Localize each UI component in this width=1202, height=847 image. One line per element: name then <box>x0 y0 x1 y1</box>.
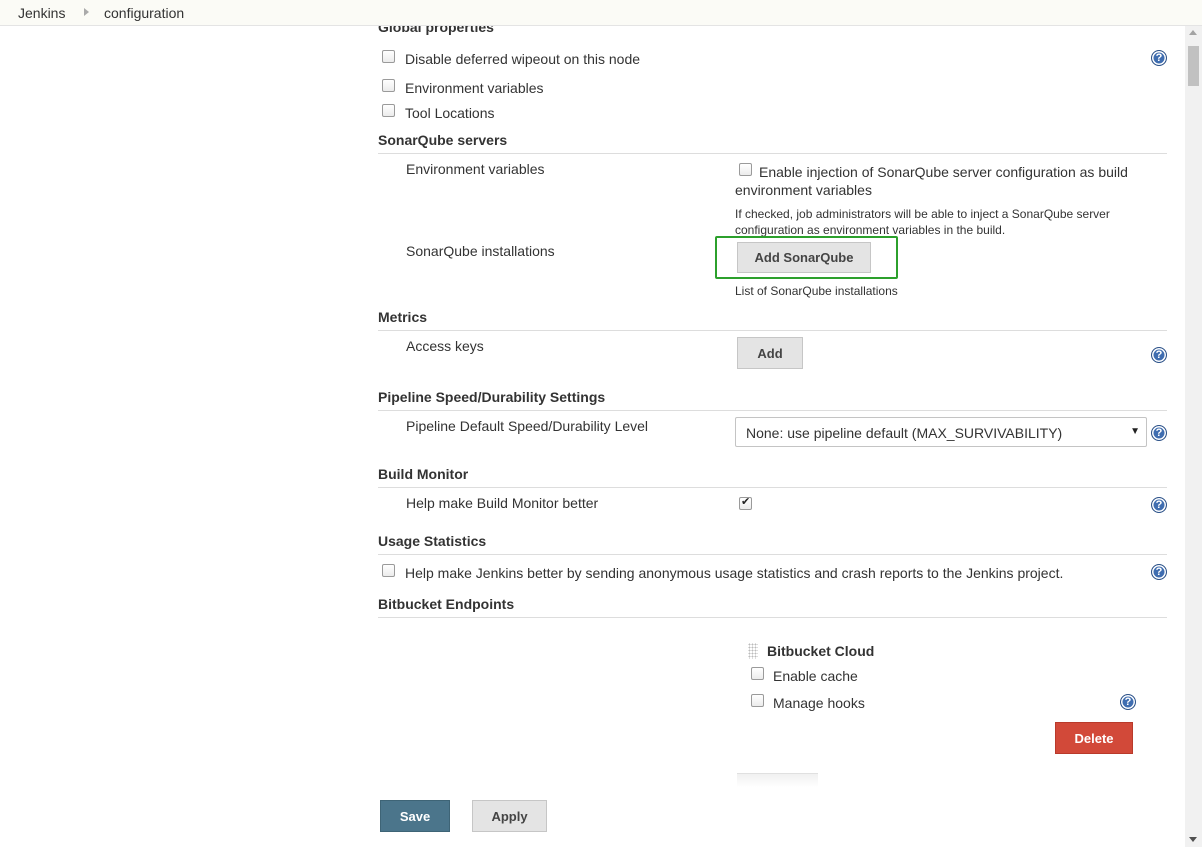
sonarqube-env-injection-label-line2: environment variables <box>735 182 872 198</box>
drag-handle-icon[interactable] <box>748 643 758 659</box>
scroll-down-icon[interactable] <box>1189 837 1197 842</box>
delete-endpoint-button[interactable]: Delete <box>1055 722 1133 754</box>
add-endpoint-button-partial[interactable] <box>737 773 818 787</box>
sonarqube-env-injection-checkbox[interactable] <box>739 163 752 176</box>
pipeline-header: Pipeline Speed/Durability Settings <box>378 389 1167 411</box>
usage-statistics-header: Usage Statistics <box>378 533 1167 555</box>
disable-wipeout-checkbox[interactable] <box>382 50 395 63</box>
add-sonarqube-button[interactable]: Add SonarQube <box>737 242 871 273</box>
usage-statistics-checkbox[interactable] <box>382 564 395 577</box>
bitbucket-cloud-title: Bitbucket Cloud <box>767 643 875 659</box>
build-monitor-label: Help make Build Monitor better <box>406 495 599 511</box>
help-icon[interactable]: ? <box>1151 564 1167 580</box>
sonarqube-env-label: Environment variables <box>406 161 545 177</box>
save-button[interactable]: Save <box>380 800 450 832</box>
build-monitor-header: Build Monitor <box>378 466 1167 488</box>
help-icon[interactable]: ? <box>1151 347 1167 363</box>
help-icon[interactable]: ? <box>1120 694 1136 710</box>
usage-statistics-label: Help make Jenkins better by sending anon… <box>405 565 1064 581</box>
scroll-up-icon[interactable] <box>1189 30 1197 35</box>
tool-locations-checkbox[interactable] <box>382 104 395 117</box>
help-icon[interactable]: ? <box>1151 425 1167 441</box>
breadcrumb: Jenkins configuration <box>0 0 1202 26</box>
access-keys-label: Access keys <box>406 338 484 354</box>
manage-hooks-label: Manage hooks <box>773 695 865 711</box>
add-access-key-button[interactable]: Add <box>737 337 803 369</box>
apply-button[interactable]: Apply <box>472 800 547 832</box>
sonarqube-env-help-text-line1: If checked, job administrators will be a… <box>735 207 1110 221</box>
sonarqube-env-help-text-line2: configuration as environment variables i… <box>735 223 1006 237</box>
sonarqube-installations-label: SonarQube installations <box>406 243 555 259</box>
help-icon[interactable]: ? <box>1151 497 1167 513</box>
environment-variables-label: Environment variables <box>405 80 544 96</box>
sonarqube-installations-desc: List of SonarQube installations <box>735 284 898 298</box>
disable-wipeout-label: Disable deferred wipeout on this node <box>405 51 641 67</box>
scroll-thumb[interactable] <box>1188 46 1199 86</box>
metrics-header: Metrics <box>378 309 1167 331</box>
bitbucket-endpoints-header: Bitbucket Endpoints <box>378 596 1167 618</box>
chevron-down-icon: ▼ <box>1130 426 1140 437</box>
sonarqube-env-injection-label-line1: Enable injection of SonarQube server con… <box>759 164 1128 180</box>
pipeline-durability-select[interactable]: None: use pipeline default (MAX_SURVIVAB… <box>735 417 1147 447</box>
breadcrumb-jenkins[interactable]: Jenkins <box>18 5 65 21</box>
enable-cache-label: Enable cache <box>773 668 858 684</box>
page-scrollbar[interactable] <box>1185 26 1202 847</box>
pipeline-level-label: Pipeline Default Speed/Durability Level <box>406 418 649 434</box>
manage-hooks-checkbox[interactable] <box>751 694 764 707</box>
enable-cache-checkbox[interactable] <box>751 667 764 680</box>
build-monitor-checkbox[interactable] <box>739 495 752 510</box>
sonarqube-servers-header: SonarQube servers <box>378 132 1167 154</box>
tool-locations-label: Tool Locations <box>405 105 495 121</box>
breadcrumb-separator-icon <box>84 8 89 16</box>
pipeline-durability-selected: None: use pipeline default (MAX_SURVIVAB… <box>746 425 1063 441</box>
breadcrumb-configuration[interactable]: configuration <box>104 5 184 21</box>
help-icon[interactable]: ? <box>1151 50 1167 66</box>
environment-variables-checkbox[interactable] <box>382 79 395 92</box>
